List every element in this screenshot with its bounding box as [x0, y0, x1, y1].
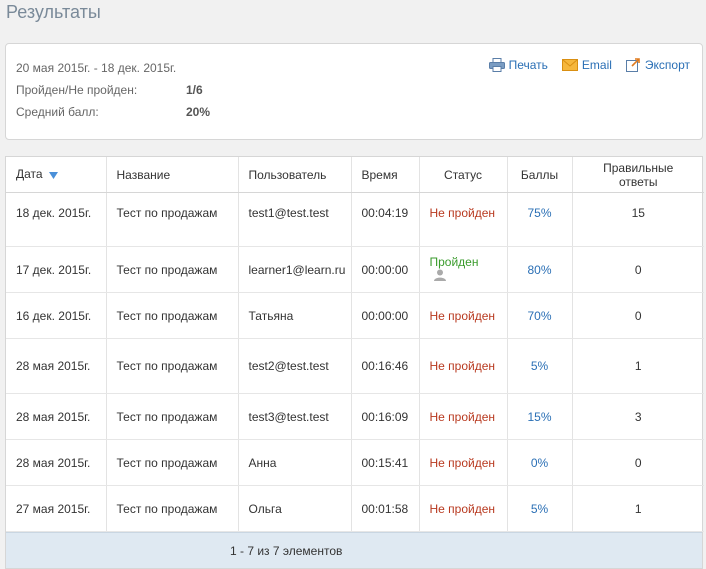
cell-status: Не пройден	[419, 485, 508, 532]
table-row[interactable]: 18 дек. 2015г. Тест по продажам test1@te…	[6, 192, 704, 247]
cell-name: Тест по продажам	[106, 192, 239, 247]
pager: 1 - 7 из 7 элементов	[6, 532, 702, 568]
cell-score[interactable]: 75%	[507, 192, 573, 247]
cell-user: learner1@learn.ru	[238, 246, 352, 293]
cell-time: 00:04:19	[351, 192, 420, 247]
cell-status: Не пройден	[419, 439, 508, 486]
cell-user: test1@test.test	[238, 192, 352, 247]
column-header-correct[interactable]: Правильные ответы	[572, 157, 704, 193]
cell-time: 00:01:58	[351, 485, 420, 532]
cell-name: Тест по продажам	[106, 485, 239, 532]
results-table: Дата Название Пользователь Время Статус …	[5, 156, 704, 569]
table-row[interactable]: 27 мая 2015г. Тест по продажам Ольга 00:…	[6, 485, 704, 532]
cell-status: Не пройден	[419, 192, 508, 247]
cell-score[interactable]: 80%	[507, 246, 573, 293]
cell-correct: 0	[572, 246, 704, 293]
cell-user: Татьяна	[238, 292, 352, 339]
actions-toolbar: Печать Email Экспорт	[488, 58, 690, 72]
column-header-name[interactable]: Название	[106, 157, 239, 193]
summary-card: 20 мая 2015г. - 18 дек. 2015г. Пройден/Н…	[5, 43, 703, 140]
cell-correct: 1	[572, 338, 704, 394]
table-row[interactable]: 16 дек. 2015г. Тест по продажам Татьяна …	[6, 292, 704, 339]
column-date-label: Дата	[16, 167, 43, 182]
cell-user: test3@test.test	[238, 393, 352, 440]
cell-status: Не пройден	[419, 338, 508, 394]
cell-score[interactable]: 5%	[507, 485, 573, 532]
cell-name: Тест по продажам	[106, 292, 239, 339]
cell-time: 00:16:46	[351, 338, 420, 394]
cell-date: 28 мая 2015г.	[6, 439, 107, 486]
column-header-user[interactable]: Пользователь	[238, 157, 352, 193]
cell-name: Тест по продажам	[106, 439, 239, 486]
cell-date: 18 дек. 2015г.	[6, 192, 107, 247]
cell-user: Ольга	[238, 485, 352, 532]
cell-status: Не пройден	[419, 292, 508, 339]
envelope-icon	[561, 59, 578, 71]
cell-user: test2@test.test	[238, 338, 352, 394]
table-row[interactable]: 17 дек. 2015г. Тест по продажам learner1…	[6, 246, 704, 293]
avg-score-label: Средний балл:	[16, 105, 99, 119]
column-header-status[interactable]: Статус	[419, 157, 508, 193]
column-header-date[interactable]: Дата	[6, 157, 107, 193]
cell-date: 28 мая 2015г.	[6, 338, 107, 394]
email-button[interactable]: Email	[561, 58, 612, 72]
status-label: Пройден	[429, 254, 479, 269]
page-title: Результаты	[6, 2, 101, 22]
export-icon	[625, 58, 641, 72]
cell-score[interactable]: 15%	[507, 393, 573, 440]
cell-time: 00:00:00	[351, 246, 420, 293]
printer-icon	[488, 58, 505, 72]
cell-date: 17 дек. 2015г.	[6, 246, 107, 293]
column-header-score[interactable]: Баллы	[507, 157, 573, 193]
passed-value: 1/6	[186, 83, 203, 97]
export-label: Экспорт	[644, 58, 690, 72]
cell-correct: 3	[572, 393, 704, 440]
table-row[interactable]: 28 мая 2015г. Тест по продажам Анна 00:1…	[6, 439, 704, 486]
cell-name: Тест по продажам	[106, 338, 239, 394]
cell-time: 00:15:41	[351, 439, 420, 486]
export-button[interactable]: Экспорт	[625, 58, 690, 72]
avg-score-value: 20%	[186, 105, 211, 119]
sort-descending-icon	[48, 168, 58, 182]
user-icon[interactable]	[433, 269, 446, 284]
cell-name: Тест по продажам	[106, 246, 239, 293]
email-label: Email	[581, 58, 612, 72]
cell-name: Тест по продажам	[106, 393, 239, 440]
table-header-row: Дата Название Пользователь Время Статус …	[6, 157, 704, 193]
pager-info: 1 - 7 из 7 элементов	[230, 544, 343, 558]
cell-user: Анна	[238, 439, 352, 486]
cell-status: Пройден	[419, 246, 508, 293]
table-row[interactable]: 28 мая 2015г. Тест по продажам test2@tes…	[6, 338, 704, 394]
cell-status: Не пройден	[419, 393, 508, 440]
table-row[interactable]: 28 мая 2015г. Тест по продажам test3@tes…	[6, 393, 704, 440]
date-range: 20 мая 2015г. - 18 дек. 2015г.	[16, 61, 177, 75]
passed-label: Пройден/Не пройден:	[16, 83, 138, 97]
column-header-time[interactable]: Время	[351, 157, 420, 193]
cell-correct: 15	[572, 192, 704, 247]
cell-score[interactable]: 5%	[507, 338, 573, 394]
cell-correct: 1	[572, 485, 704, 532]
cell-correct: 0	[572, 292, 704, 339]
cell-time: 00:00:00	[351, 292, 420, 339]
print-label: Печать	[508, 58, 548, 72]
cell-date: 16 дек. 2015г.	[6, 292, 107, 339]
print-button[interactable]: Печать	[488, 58, 548, 72]
cell-time: 00:16:09	[351, 393, 420, 440]
cell-score[interactable]: 70%	[507, 292, 573, 339]
cell-date: 27 мая 2015г.	[6, 485, 107, 532]
cell-date: 28 мая 2015г.	[6, 393, 107, 440]
cell-correct: 0	[572, 439, 704, 486]
cell-score[interactable]: 0%	[507, 439, 573, 486]
